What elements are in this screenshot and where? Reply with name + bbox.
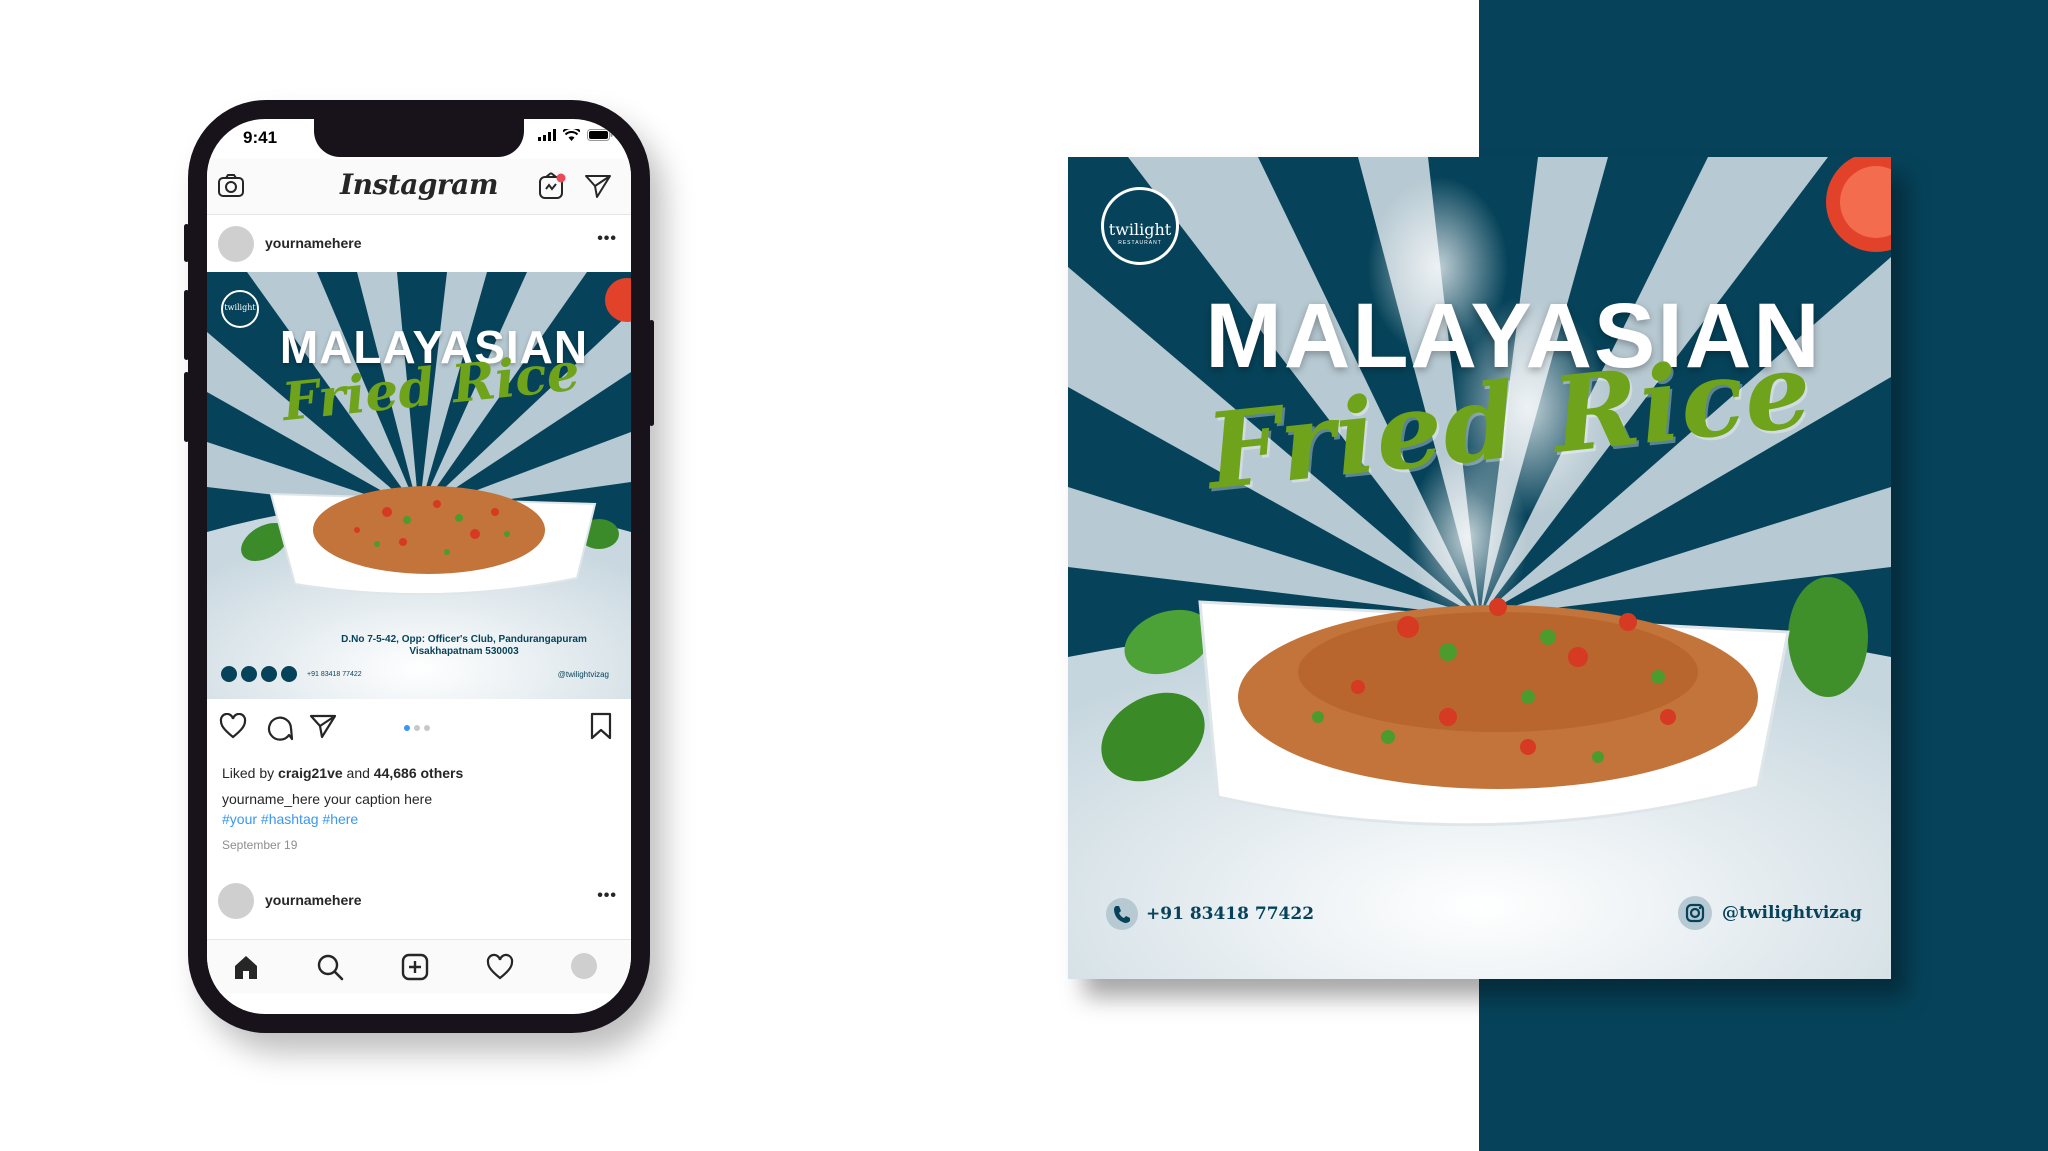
likes-count[interactable]: 44,686 others <box>374 765 464 781</box>
brand-logo-subtext: RESTAURANT <box>1118 240 1162 246</box>
share-icon[interactable] <box>309 713 337 739</box>
whatsapp-icon <box>281 666 297 682</box>
carousel-indicator <box>404 725 430 731</box>
phone-icon <box>1106 898 1138 930</box>
flyer-background <box>1068 157 1891 979</box>
mini-logo-text: twilight <box>224 303 256 312</box>
post-date: September 19 <box>222 838 298 852</box>
instagram-icon <box>1678 896 1712 930</box>
liked-user[interactable]: craig21ve <box>278 765 343 781</box>
carousel-dot <box>404 725 410 731</box>
post-caption: yourname_here your caption here <box>222 791 432 807</box>
heart-icon[interactable] <box>219 713 247 739</box>
flyer-instagram-handle: @twilightvizag <box>1722 903 1862 923</box>
brand-logo: twilight RESTAURANT <box>1101 187 1179 265</box>
mini-phone: +91 83418 77422 <box>307 670 362 678</box>
phone-screen: 9:41 Instagram yournamehere ••• twilight… <box>207 119 631 1014</box>
mini-address-line2: Visakhapatnam 530003 <box>409 646 519 657</box>
post-header: yournamehere ••• <box>207 873 631 929</box>
post-image[interactable]: twilight MALAYASIAN Fried Rice D.No 7-5-… <box>207 272 631 699</box>
instagram-header: Instagram <box>207 159 631 215</box>
instagram-icon <box>261 666 277 682</box>
mini-address-line1: D.No 7-5-42, Opp: Officer's Club, Pandur… <box>341 634 587 645</box>
post-hashtags[interactable]: #your #hashtag #here <box>222 811 358 827</box>
more-options-icon[interactable]: ••• <box>597 230 617 248</box>
caption-username[interactable]: yourname_here <box>222 791 320 807</box>
phone-mockup: 9:41 Instagram yournamehere ••• twilight… <box>184 100 654 1033</box>
status-time: 9:41 <box>243 128 278 147</box>
instagram-logo: Instagram <box>340 168 498 201</box>
post-username[interactable]: yournamehere <box>265 235 361 251</box>
igtv-icon[interactable] <box>537 171 567 201</box>
phone-side-button <box>184 290 189 360</box>
more-options-icon[interactable]: ••• <box>597 887 617 905</box>
home-icon[interactable] <box>231 952 261 982</box>
post-header: yournamehere ••• <box>207 216 631 272</box>
carousel-dot <box>414 725 420 731</box>
profile-avatar[interactable] <box>571 953 597 979</box>
post-actions <box>207 699 631 755</box>
avatar[interactable] <box>218 883 254 919</box>
likes-text: Liked by craig21ve and 44,686 others <box>222 765 463 781</box>
flyer-poster: twilight RESTAURANT MALAYASIAN Fried Ric… <box>1068 157 1891 979</box>
wifi-icon <box>563 129 580 141</box>
mini-contact-row: +91 83418 77422 <box>221 666 362 682</box>
cellular-signal-icon <box>538 129 556 141</box>
flyer-phone-number: +91 83418 77422 <box>1146 904 1315 924</box>
mini-handle: @twilightvizag <box>557 670 609 679</box>
youtube-icon <box>221 666 237 682</box>
facebook-icon <box>241 666 257 682</box>
phone-side-button <box>184 372 189 442</box>
carousel-dot <box>424 725 430 731</box>
mini-address: D.No 7-5-42, Opp: Officer's Club, Pandur… <box>207 634 631 658</box>
phone-side-button <box>184 224 189 262</box>
battery-icon <box>587 129 613 141</box>
bookmark-icon[interactable] <box>589 712 613 740</box>
likes-prefix: Liked by <box>222 765 275 781</box>
likes-and: and <box>346 765 370 781</box>
search-icon[interactable] <box>315 952 345 982</box>
bottom-navigation <box>207 939 631 993</box>
brand-logo-text: twilight <box>1108 220 1172 239</box>
phone-power-button <box>649 320 654 426</box>
comment-icon[interactable] <box>265 713 293 741</box>
phone-notch <box>314 119 524 157</box>
status-icons <box>538 129 613 141</box>
caption-text: your caption here <box>323 791 433 807</box>
post-username[interactable]: yournamehere <box>265 892 361 908</box>
activity-heart-icon[interactable] <box>485 952 515 982</box>
direct-message-icon[interactable] <box>584 173 612 199</box>
add-post-icon[interactable] <box>400 952 430 982</box>
mockup-canvas: 9:41 Instagram yournamehere ••• twilight… <box>0 0 2048 1151</box>
avatar[interactable] <box>218 226 254 262</box>
